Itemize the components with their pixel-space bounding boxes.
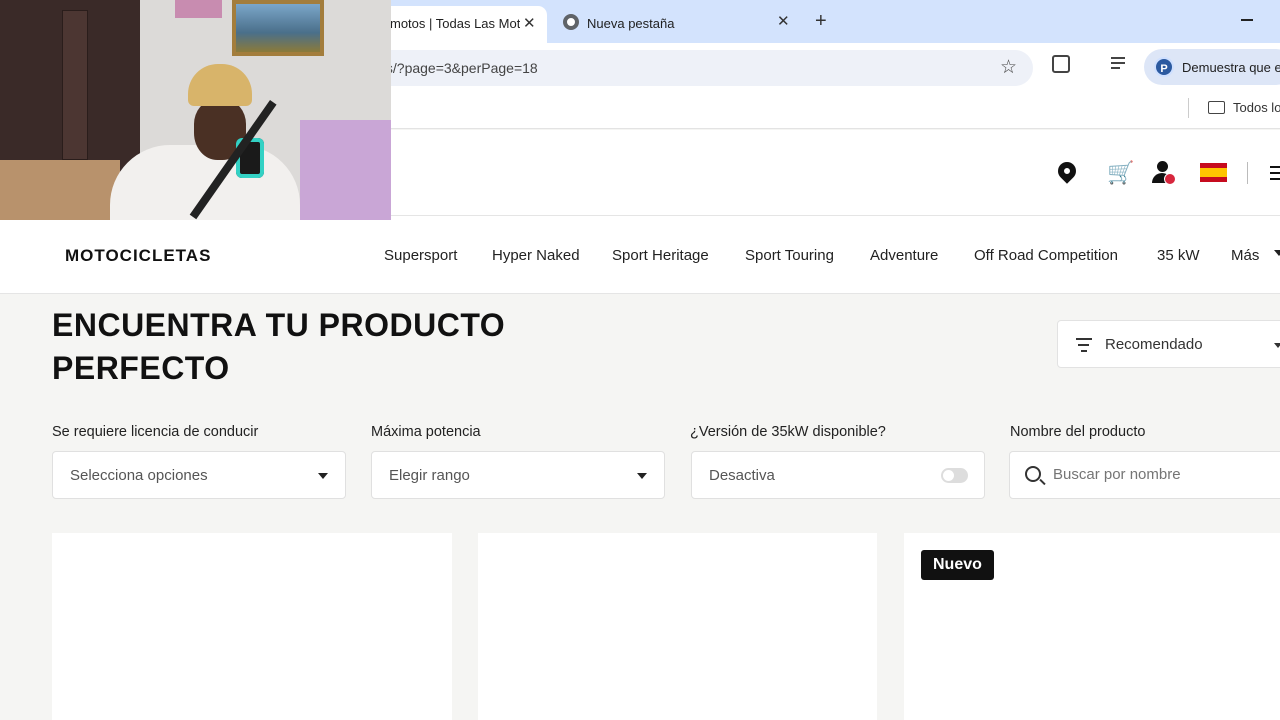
filter-label-power: Máxima potencia: [371, 424, 481, 440]
filter-label-product-name: Nombre del producto: [1010, 424, 1146, 440]
product-search-field: [1009, 451, 1280, 499]
chevron-down-icon: [1274, 343, 1280, 348]
filter-label-35kw: ¿Versión de 35kW disponible?: [690, 424, 886, 440]
license-select-value: Selecciona opciones: [70, 467, 208, 484]
folder-icon[interactable]: [1208, 101, 1225, 114]
power-select-value: Elegir rango: [389, 467, 470, 484]
license-select[interactable]: Selecciona opciones: [52, 451, 346, 499]
profile-button[interactable]: P Demuestra que e: [1144, 49, 1280, 85]
search-icon: [1025, 466, 1041, 482]
close-tab-icon[interactable]: ✕: [523, 14, 536, 32]
hamburger-menu-icon[interactable]: [1270, 166, 1280, 184]
category-nav: MOTOCICLETAS Supersport Hyper Naked Spor…: [0, 216, 1280, 294]
search-input[interactable]: [1053, 466, 1273, 483]
header-separator: [1247, 162, 1248, 184]
nav-item-off-road[interactable]: Off Road Competition: [974, 247, 1118, 264]
chrome-icon: [563, 14, 579, 30]
nav-item-35kw[interactable]: 35 kW: [1157, 247, 1200, 264]
tab-new[interactable]: Nueva pestaña ✕: [556, 6, 800, 39]
address-bar[interactable]: cles/?page=3&perPage=18 ☆: [360, 50, 1033, 86]
power-select[interactable]: Elegir rango: [371, 451, 665, 499]
sort-dropdown[interactable]: Recomendado: [1057, 320, 1280, 368]
nav-brand[interactable]: MOTOCICLETAS: [65, 246, 211, 266]
chevron-down-icon[interactable]: [1274, 250, 1280, 256]
bookmark-folder-label[interactable]: Todos lo: [1233, 100, 1280, 115]
bookmarks-separator: [1188, 98, 1189, 118]
nav-item-mas[interactable]: Más: [1231, 247, 1259, 264]
profile-text: Demuestra que e: [1182, 60, 1280, 75]
close-tab-icon[interactable]: ✕: [777, 12, 790, 30]
spain-flag-icon[interactable]: [1200, 163, 1227, 182]
sort-icon: [1076, 338, 1092, 356]
filter-label-license: Se requiere licencia de conducir: [52, 424, 259, 440]
tab-title: motos | Todas Las Mot: [390, 16, 520, 31]
webcam-overlay: [0, 0, 391, 220]
sort-label: Recomendado: [1105, 336, 1203, 353]
nav-item-sport-heritage[interactable]: Sport Heritage: [612, 247, 709, 264]
bookmark-star-icon[interactable]: ☆: [1000, 56, 1017, 79]
35kw-toggle-field: Desactiva: [691, 451, 985, 499]
nav-item-supersport[interactable]: Supersport: [384, 247, 457, 264]
35kw-toggle-label: Desactiva: [709, 467, 775, 484]
35kw-toggle[interactable]: [941, 468, 968, 483]
new-tab-button[interactable]: +: [815, 10, 827, 33]
profile-avatar-icon: P: [1154, 57, 1174, 77]
media-control-icon[interactable]: [1111, 57, 1125, 72]
nav-item-sport-touring[interactable]: Sport Touring: [745, 247, 834, 264]
url-text: cles/?page=3&perPage=18: [368, 60, 538, 76]
extensions-icon[interactable]: [1052, 55, 1070, 73]
chevron-down-icon: [318, 473, 328, 479]
new-badge: Nuevo: [921, 550, 994, 580]
product-card[interactable]: [52, 533, 452, 720]
page-title: ENCUENTRA TU PRODUCTO PERFECTO: [52, 307, 506, 386]
product-card[interactable]: [478, 533, 877, 720]
minimize-icon[interactable]: [1241, 19, 1253, 21]
user-account-icon[interactable]: [1152, 160, 1176, 185]
chevron-down-icon: [637, 473, 647, 479]
nav-item-adventure[interactable]: Adventure: [870, 247, 938, 264]
location-pin-icon[interactable]: [1054, 158, 1080, 184]
cart-icon[interactable]: 🛒: [1107, 160, 1134, 186]
tab-active[interactable]: motos | Todas Las Mot ✕: [380, 6, 547, 43]
tab-title: Nueva pestaña: [587, 16, 675, 31]
nav-item-hyper-naked[interactable]: Hyper Naked: [492, 247, 580, 264]
